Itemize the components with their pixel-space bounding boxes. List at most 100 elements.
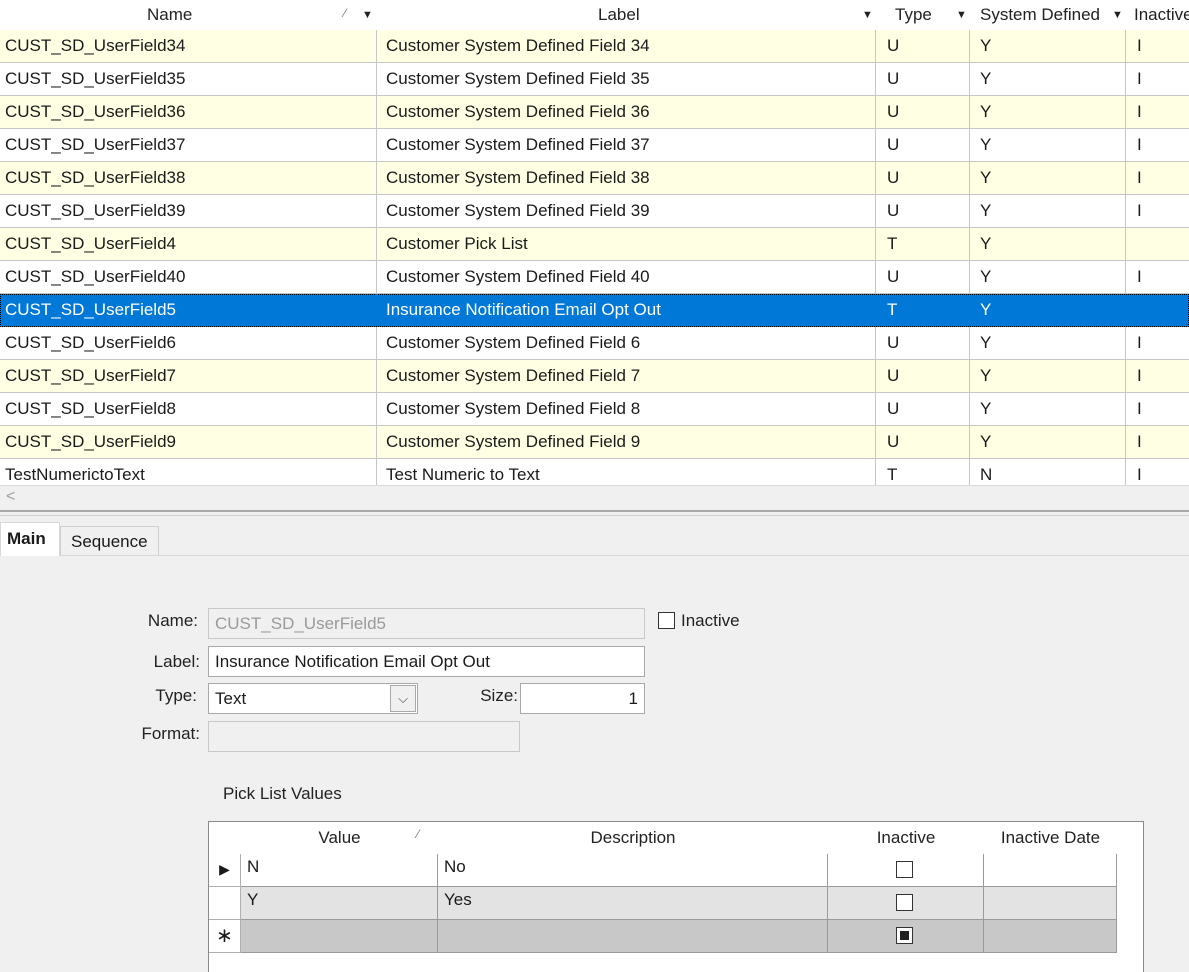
cell-name: CUST_SD_UserField34 — [0, 30, 377, 62]
cell-description[interactable]: Yes — [438, 887, 828, 920]
cell-description[interactable]: No — [438, 854, 828, 887]
cell-inactive: I — [1137, 432, 1142, 451]
name-field: CUST_SD_UserField5 — [208, 608, 645, 639]
table-row[interactable]: CUST_SD_UserField8 Customer System Defin… — [0, 393, 1189, 426]
filter-dropdown-icon[interactable]: ▼ — [862, 0, 873, 30]
cell-type: U — [876, 426, 970, 458]
cell-system-defined: Y — [970, 129, 1126, 161]
cell-system-defined: Y — [970, 162, 1126, 194]
cell-inactive[interactable] — [828, 920, 984, 953]
table-row[interactable]: CUST_SD_UserField36 Customer System Defi… — [0, 96, 1189, 129]
cell-type: U — [876, 96, 970, 128]
cell-label: Customer Pick List — [377, 228, 876, 260]
inactive-checkbox-indeterminate[interactable] — [896, 927, 913, 944]
cell-value[interactable] — [241, 920, 438, 953]
table-row[interactable]: CUST_SD_UserField34 Customer System Defi… — [0, 30, 1189, 63]
filter-dropdown-icon[interactable]: ▼ — [1112, 0, 1123, 30]
cell-label: Customer System Defined Field 7 — [377, 360, 876, 392]
cell-system-defined: Y — [970, 360, 1126, 392]
picklist-grid[interactable]: Value ⁄ Description Inactive Inactive Da… — [208, 821, 1144, 972]
cell-system-defined: Y — [970, 426, 1126, 458]
size-field[interactable]: 1 — [520, 683, 645, 714]
cell-name: CUST_SD_UserField7 — [0, 360, 377, 392]
column-header-inactive[interactable]: Inactive — [1126, 0, 1189, 30]
horizontal-scrollbar[interactable]: < — [0, 485, 1189, 510]
cell-label: Customer System Defined Field 9 — [377, 426, 876, 458]
cell-inactive — [1126, 228, 1189, 260]
cell-inactive: I — [1137, 201, 1142, 220]
cell-name: CUST_SD_UserField39 — [0, 195, 377, 227]
column-header-name[interactable]: Name ⁄ ▼ — [0, 0, 377, 30]
table-row[interactable]: CUST_SD_UserField38 Customer System Defi… — [0, 162, 1189, 195]
label-field[interactable]: Insurance Notification Email Opt Out — [208, 646, 645, 677]
inactive-checkbox[interactable] — [658, 612, 675, 629]
column-header-system-defined-text: System Defined — [980, 5, 1100, 24]
inactive-checkbox[interactable] — [896, 894, 913, 911]
tab-main[interactable]: Main — [0, 522, 60, 556]
table-row[interactable]: CUST_SD_UserField6 Customer System Defin… — [0, 327, 1189, 360]
filter-dropdown-icon[interactable]: ▼ — [362, 0, 373, 30]
grid-header: Name ⁄ ▼ Label ▼ Type ▼ System Defined ▼… — [0, 0, 1189, 30]
cell-inactive[interactable] — [828, 854, 984, 887]
cell-inactive: I — [1137, 36, 1142, 55]
row-header[interactable] — [209, 887, 241, 920]
column-header-value[interactable]: Value ⁄ — [241, 822, 438, 854]
table-row[interactable]: CUST_SD_UserField9 Customer System Defin… — [0, 426, 1189, 459]
cell-system-defined: Y — [970, 294, 1126, 326]
cell-value[interactable]: Y — [241, 887, 438, 920]
picklist-row[interactable]: ▶ N No — [209, 854, 1117, 887]
inactive-checkbox-label[interactable]: Inactive — [681, 611, 740, 631]
filter-dropdown-icon[interactable]: ▼ — [956, 0, 967, 30]
cell-name: CUST_SD_UserField38 — [0, 162, 377, 194]
splitter-handle[interactable] — [0, 510, 1189, 516]
table-row[interactable]: CUST_SD_UserField7 Customer System Defin… — [0, 360, 1189, 393]
inactive-checkbox[interactable] — [896, 861, 913, 878]
cell-system-defined: Y — [970, 228, 1126, 260]
tab-strip: Main Sequence — [0, 522, 1189, 556]
cell-type: U — [876, 261, 970, 293]
cell-label: Insurance Notification Email Opt Out — [377, 294, 876, 326]
cell-value[interactable]: N — [241, 854, 438, 887]
column-header-inactive[interactable]: Inactive — [828, 822, 984, 854]
cell-label: Customer System Defined Field 37 — [377, 129, 876, 161]
cell-label: Customer System Defined Field 35 — [377, 63, 876, 95]
cell-inactive-date[interactable] — [984, 920, 1117, 953]
type-select[interactable]: Text ⌵ — [208, 683, 418, 714]
cell-system-defined: Y — [970, 393, 1126, 425]
cell-inactive-date[interactable] — [984, 854, 1117, 887]
cell-inactive: I — [1137, 333, 1142, 352]
chevron-down-icon[interactable]: ⌵ — [390, 685, 416, 712]
table-row[interactable]: CUST_SD_UserField37 Customer System Defi… — [0, 129, 1189, 162]
scroll-left-icon[interactable]: < — [6, 488, 15, 506]
cell-description[interactable] — [438, 920, 828, 953]
new-row-asterisk-icon: ∗ — [209, 920, 241, 953]
current-row-arrow-icon: ▶ — [209, 854, 241, 887]
sort-indicator-icon: ⁄ — [417, 827, 420, 841]
cell-name: CUST_SD_UserField35 — [0, 63, 377, 95]
cell-type: T — [876, 294, 970, 326]
tab-sequence[interactable]: Sequence — [60, 526, 159, 556]
picklist-new-row[interactable]: ∗ — [209, 920, 1117, 953]
cell-inactive-date[interactable] — [984, 887, 1117, 920]
cell-inactive[interactable] — [828, 887, 984, 920]
cell-inactive: I — [1137, 399, 1142, 418]
column-header-inactive-date[interactable]: Inactive Date — [984, 822, 1117, 854]
column-header-description[interactable]: Description — [438, 822, 828, 854]
cell-name: CUST_SD_UserField9 — [0, 426, 377, 458]
picklist-header: Value ⁄ Description Inactive Inactive Da… — [209, 822, 1117, 854]
table-row[interactable]: CUST_SD_UserField4 Customer Pick List T … — [0, 228, 1189, 261]
table-row[interactable]: CUST_SD_UserField40 Customer System Defi… — [0, 261, 1189, 294]
fields-grid[interactable]: Name ⁄ ▼ Label ▼ Type ▼ System Defined ▼… — [0, 0, 1189, 510]
cell-label: Customer System Defined Field 36 — [377, 96, 876, 128]
table-row-selected[interactable]: CUST_SD_UserField5 Insurance Notificatio… — [0, 294, 1189, 327]
column-header-label[interactable]: Label ▼ — [377, 0, 876, 30]
cell-name: CUST_SD_UserField8 — [0, 393, 377, 425]
column-header-system-defined[interactable]: System Defined ▼ — [970, 0, 1126, 30]
table-row[interactable]: CUST_SD_UserField35 Customer System Defi… — [0, 63, 1189, 96]
cell-system-defined: Y — [970, 30, 1126, 62]
cell-name: CUST_SD_UserField6 — [0, 327, 377, 359]
column-header-type[interactable]: Type ▼ — [876, 0, 970, 30]
cell-inactive: I — [1137, 102, 1142, 121]
table-row[interactable]: CUST_SD_UserField39 Customer System Defi… — [0, 195, 1189, 228]
picklist-row[interactable]: Y Yes — [209, 887, 1117, 920]
